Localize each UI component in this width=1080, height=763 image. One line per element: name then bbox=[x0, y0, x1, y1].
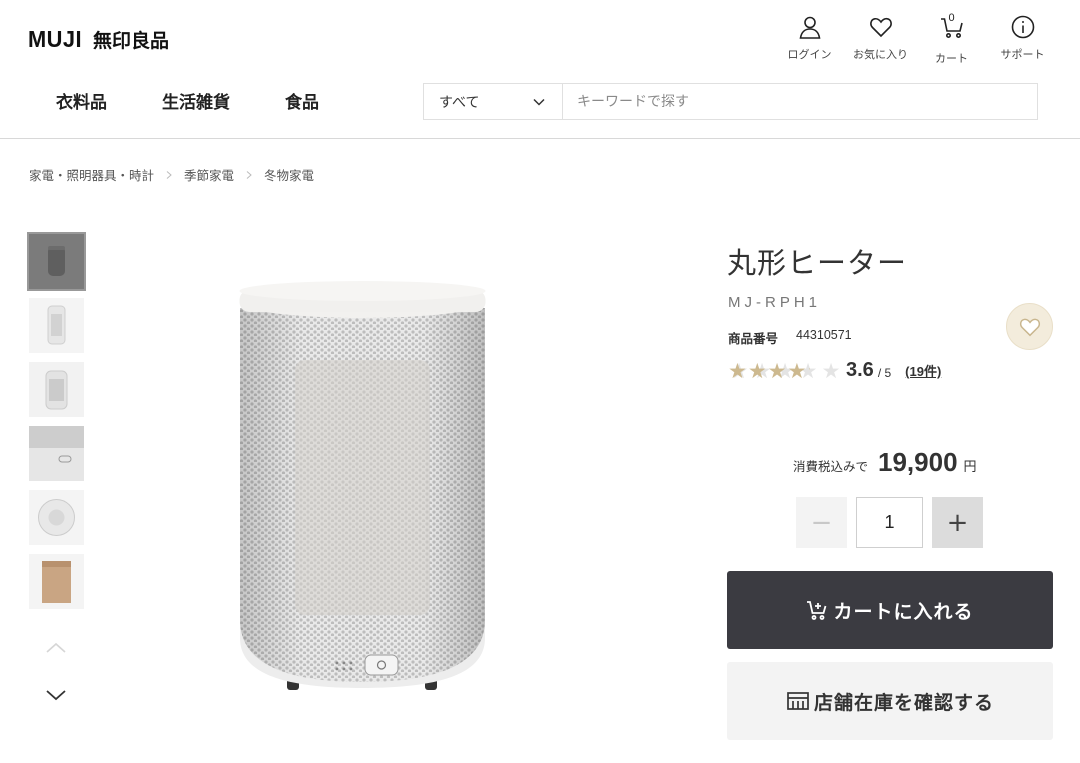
site-header: MUJI 無印良品 ログイン お気に入り 0 カート サポート 衣料品 生活雑貨… bbox=[0, 0, 1080, 139]
price: 消費税込みで 19,900 円 bbox=[793, 447, 977, 478]
add-to-cart-label: カートに入れる bbox=[833, 600, 974, 623]
quantity-increase-button[interactable]: + bbox=[932, 497, 983, 548]
price-label: 消費税込みで bbox=[793, 459, 869, 474]
quantity-stepper: − + bbox=[796, 497, 983, 548]
quantity-decrease-button[interactable]: − bbox=[796, 497, 847, 548]
breadcrumb: 家電・照明器具・時計 季節家電 冬物家電 bbox=[29, 165, 314, 184]
thumbnail-6[interactable] bbox=[29, 554, 84, 609]
category-clothing[interactable]: 衣料品 bbox=[56, 88, 107, 113]
heart-icon bbox=[869, 17, 892, 38]
search-bar: すべて bbox=[423, 83, 1038, 120]
thumbnails-down-arrow[interactable] bbox=[45, 688, 67, 702]
price-value: 19,900 bbox=[878, 447, 958, 477]
cart-plus-icon bbox=[807, 601, 827, 620]
product-model: MJ-RPH1 bbox=[728, 294, 822, 311]
support-link[interactable]: サポート bbox=[987, 14, 1058, 66]
thumbnail-4[interactable] bbox=[29, 426, 84, 481]
thumbnails-up-arrow[interactable] bbox=[45, 641, 67, 655]
add-favorite-button[interactable] bbox=[1006, 303, 1053, 350]
support-label: サポート bbox=[1000, 48, 1045, 61]
product-id-value: 44310571 bbox=[796, 328, 852, 342]
heater-thumb-image bbox=[29, 234, 84, 289]
add-to-cart-button[interactable]: カートに入れる bbox=[727, 571, 1053, 649]
thumbnail-5[interactable] bbox=[29, 490, 84, 545]
breadcrumb-seasonal[interactable]: 季節家電 bbox=[184, 165, 234, 184]
thumbnail-3[interactable] bbox=[29, 362, 84, 417]
category-nav: 衣料品 生活雑貨 食品 bbox=[56, 88, 319, 113]
heater-thumb-image bbox=[29, 362, 84, 417]
product-rating: ★★★★★ ★★★★★ 3.6 / 5 (19件) bbox=[728, 359, 941, 382]
price-unit: 円 bbox=[963, 460, 977, 475]
login-link[interactable]: ログイン bbox=[774, 14, 845, 66]
category-household[interactable]: 生活雑貨 bbox=[162, 88, 230, 113]
favorites-link[interactable]: お気に入り bbox=[845, 14, 916, 66]
login-label: ログイン bbox=[787, 48, 832, 61]
logo-japanese-text: 無印良品 bbox=[92, 30, 169, 52]
chevron-down-icon bbox=[533, 98, 545, 106]
product-id-label: 商品番号 bbox=[728, 331, 779, 346]
review-count-link[interactable]: (19件) bbox=[905, 361, 941, 380]
store-icon bbox=[787, 692, 809, 710]
check-store-stock-button[interactable]: 店舗在庫を確認する bbox=[727, 662, 1053, 740]
thumbnail-list bbox=[27, 232, 86, 618]
cart-count-badge: 0 bbox=[948, 12, 955, 24]
heater-thumb-image bbox=[29, 490, 84, 545]
thumbnail-2[interactable] bbox=[29, 298, 84, 353]
rating-stars: ★★★★★ ★★★★★ bbox=[728, 360, 840, 382]
rating-max: / 5 bbox=[877, 366, 892, 380]
muji-logo[interactable]: MUJI 無印良品 bbox=[28, 26, 169, 53]
heart-icon bbox=[1019, 318, 1040, 336]
search-input[interactable] bbox=[563, 84, 1037, 119]
rating-stars-filled: ★★★★★ bbox=[728, 359, 810, 382]
chevron-right-icon bbox=[246, 170, 252, 179]
product-id: 商品番号 44310571 bbox=[728, 328, 852, 347]
heater-thumb-image bbox=[29, 554, 84, 609]
search-category-value: すべて bbox=[439, 94, 480, 111]
utility-nav: ログイン お気に入り 0 カート サポート bbox=[774, 12, 1058, 66]
check-store-stock-label: 店舗在庫を確認する bbox=[813, 691, 994, 714]
search-category-select[interactable]: すべて bbox=[424, 84, 563, 119]
heater-thumb-image bbox=[29, 426, 84, 481]
favorites-label: お気に入り bbox=[853, 48, 908, 61]
cart-label: カート bbox=[935, 52, 968, 65]
heater-thumb-image bbox=[29, 298, 84, 353]
breadcrumb-appliances[interactable]: 家電・照明器具・時計 bbox=[29, 165, 154, 184]
thumbnail-1[interactable] bbox=[27, 232, 86, 291]
breadcrumb-winter[interactable]: 冬物家電 bbox=[264, 165, 314, 184]
quantity-input[interactable] bbox=[856, 497, 923, 548]
cart-icon-wrap: 0 bbox=[939, 12, 965, 50]
chevron-right-icon bbox=[166, 170, 172, 179]
cart-link[interactable]: 0 カート bbox=[916, 12, 987, 66]
product-title: 丸形ヒーター bbox=[727, 246, 908, 280]
info-icon bbox=[1011, 15, 1034, 39]
user-icon bbox=[799, 16, 820, 39]
category-food[interactable]: 食品 bbox=[285, 88, 319, 113]
rating-value: 3.6 bbox=[846, 359, 874, 381]
logo-latin-text: MUJI bbox=[28, 26, 83, 52]
product-main-image bbox=[239, 281, 486, 690]
